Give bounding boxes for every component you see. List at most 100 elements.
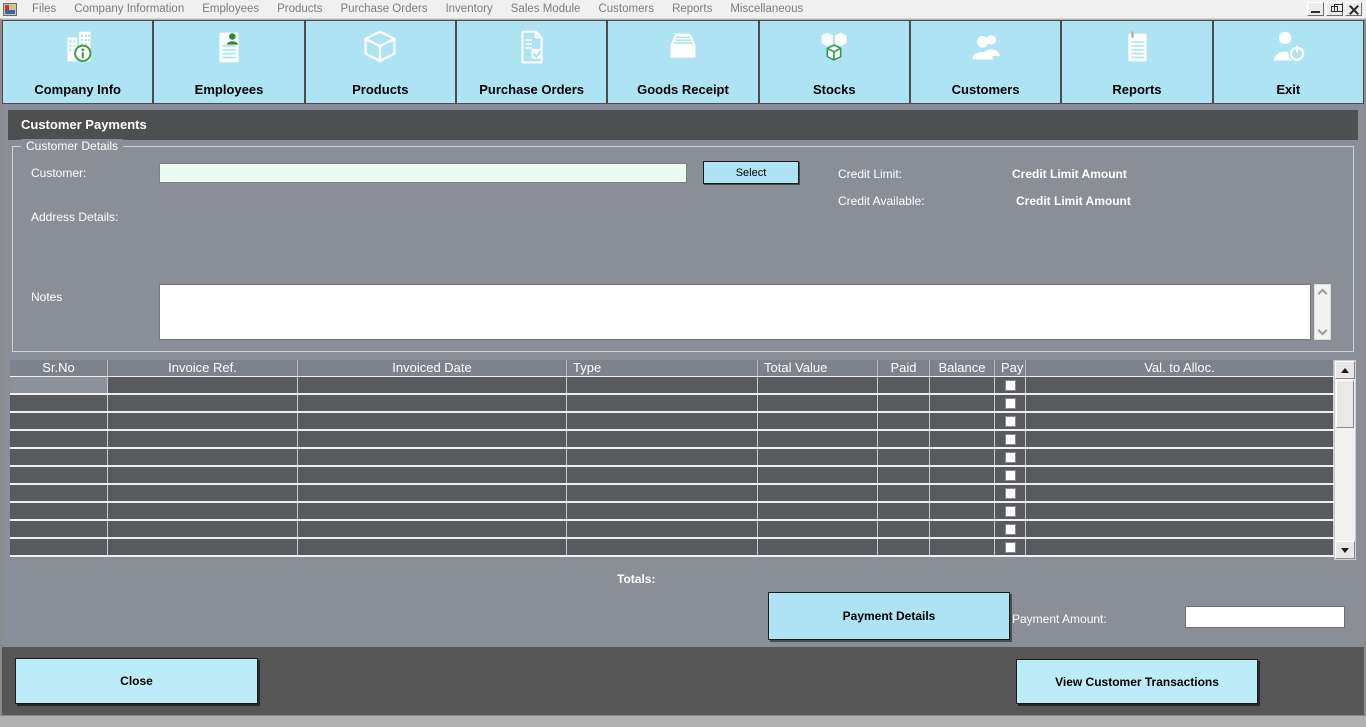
toolbar-button-goods-receipt[interactable]: Goods Receipt: [608, 21, 757, 103]
pay-checkbox[interactable]: [1005, 434, 1016, 445]
toolbar-button-reports[interactable]: Reports: [1062, 21, 1211, 103]
grid-cell[interactable]: [1026, 377, 1334, 393]
grid-cell[interactable]: [930, 395, 995, 411]
notes-scrollbar[interactable]: [1314, 284, 1331, 340]
grid-scrollbar[interactable]: [1334, 360, 1356, 560]
pay-checkbox[interactable]: [1005, 542, 1016, 553]
grid-cell[interactable]: [108, 539, 298, 555]
grid-cell[interactable]: [567, 521, 758, 537]
menu-item-miscellaneous[interactable]: Miscellaneous: [721, 0, 812, 19]
grid-cell[interactable]: [758, 539, 878, 555]
grid-cell[interactable]: [995, 377, 1026, 393]
grid-cell[interactable]: [930, 521, 995, 537]
grid-cell[interactable]: [108, 521, 298, 537]
menu-item-purchase-orders[interactable]: Purchase Orders: [332, 0, 437, 19]
grid-cell[interactable]: [930, 485, 995, 501]
grid-cell[interactable]: [995, 503, 1026, 519]
grid-cell[interactable]: [758, 377, 878, 393]
customer-input[interactable]: [159, 163, 687, 183]
toolbar-button-purchase-orders[interactable]: Purchase Orders: [457, 21, 606, 103]
grid-cell[interactable]: [298, 377, 567, 393]
menu-item-sales-module[interactable]: Sales Module: [502, 0, 590, 19]
grid-cell[interactable]: [878, 431, 930, 447]
payment-amount-input[interactable]: [1185, 606, 1345, 628]
grid-cell[interactable]: [995, 521, 1026, 537]
grid-cell[interactable]: [878, 449, 930, 465]
column-header-total-value[interactable]: Total Value: [758, 360, 878, 376]
grid-cell[interactable]: [1026, 485, 1334, 501]
grid-cell[interactable]: [1026, 467, 1334, 483]
view-customer-transactions-button[interactable]: View Customer Transactions: [1016, 659, 1258, 704]
column-header-type[interactable]: Type: [567, 360, 758, 376]
column-header-val-to-alloc[interactable]: Val. to Alloc.: [1026, 360, 1334, 376]
close-button[interactable]: Close: [15, 658, 258, 704]
pay-checkbox[interactable]: [1005, 506, 1016, 517]
grid-cell[interactable]: [995, 485, 1026, 501]
grid-cell[interactable]: [567, 467, 758, 483]
grid-cell[interactable]: [567, 377, 758, 393]
menu-item-products[interactable]: Products: [268, 0, 331, 19]
grid-cell[interactable]: [878, 395, 930, 411]
grid-cell[interactable]: [567, 449, 758, 465]
grid-cell[interactable]: [108, 413, 298, 429]
grid-cell[interactable]: [1026, 503, 1334, 519]
grid-cell[interactable]: [298, 503, 567, 519]
payment-details-button[interactable]: Payment Details: [768, 592, 1010, 640]
menu-item-employees[interactable]: Employees: [193, 0, 268, 19]
column-header-paid[interactable]: Paid: [878, 360, 930, 376]
grid-cell[interactable]: [930, 431, 995, 447]
grid-cell[interactable]: [298, 431, 567, 447]
grid-cell[interactable]: [878, 467, 930, 483]
scroll-down-button[interactable]: [1335, 541, 1355, 559]
grid-cell[interactable]: [995, 431, 1026, 447]
grid-cell[interactable]: [10, 449, 108, 465]
grid-cell[interactable]: [567, 431, 758, 447]
grid-cell[interactable]: [878, 485, 930, 501]
grid-cell[interactable]: [1026, 539, 1334, 555]
chevron-up-icon[interactable]: [1318, 289, 1328, 299]
menu-item-company-information[interactable]: Company Information: [65, 0, 193, 19]
grid-cell[interactable]: [758, 521, 878, 537]
grid-cell[interactable]: [10, 395, 108, 411]
grid-cell[interactable]: [995, 395, 1026, 411]
grid-cell[interactable]: [10, 485, 108, 501]
grid-cell[interactable]: [108, 485, 298, 501]
grid-cell[interactable]: [10, 539, 108, 555]
close-window-button[interactable]: [1345, 2, 1362, 16]
pay-checkbox[interactable]: [1005, 524, 1016, 535]
grid-cell[interactable]: [298, 395, 567, 411]
grid-cell[interactable]: [298, 449, 567, 465]
grid-cell[interactable]: [108, 377, 298, 393]
grid-cell[interactable]: [878, 521, 930, 537]
scrollbar-thumb[interactable]: [1336, 380, 1354, 428]
grid-cell[interactable]: [10, 521, 108, 537]
column-header-balance[interactable]: Balance: [930, 360, 995, 376]
pay-checkbox[interactable]: [1005, 416, 1016, 427]
grid-cell[interactable]: [930, 503, 995, 519]
menu-item-inventory[interactable]: Inventory: [436, 0, 501, 19]
select-button[interactable]: Select: [703, 161, 799, 184]
scroll-up-button[interactable]: [1335, 361, 1355, 379]
minimize-button[interactable]: [1307, 2, 1324, 16]
grid-cell[interactable]: [567, 395, 758, 411]
column-header-srno[interactable]: Sr.No: [10, 360, 108, 376]
menu-item-files[interactable]: Files: [23, 0, 65, 19]
pay-checkbox[interactable]: [1005, 470, 1016, 481]
grid-cell[interactable]: [930, 377, 995, 393]
grid-cell[interactable]: [10, 413, 108, 429]
grid-cell[interactable]: [878, 413, 930, 429]
restore-button[interactable]: [1326, 2, 1343, 16]
toolbar-button-company-info[interactable]: Company Info: [3, 21, 152, 103]
grid-cell[interactable]: [758, 395, 878, 411]
grid-cell[interactable]: [878, 503, 930, 519]
grid-cell[interactable]: [995, 413, 1026, 429]
toolbar-button-exit[interactable]: Exit: [1214, 21, 1363, 103]
grid-cell[interactable]: [878, 539, 930, 555]
grid-cell[interactable]: [567, 413, 758, 429]
pay-checkbox[interactable]: [1005, 452, 1016, 463]
grid-cell[interactable]: [1026, 413, 1334, 429]
grid-cell[interactable]: [108, 503, 298, 519]
grid-cell[interactable]: [567, 485, 758, 501]
grid-cell[interactable]: [1026, 521, 1334, 537]
menu-item-reports[interactable]: Reports: [663, 0, 721, 19]
